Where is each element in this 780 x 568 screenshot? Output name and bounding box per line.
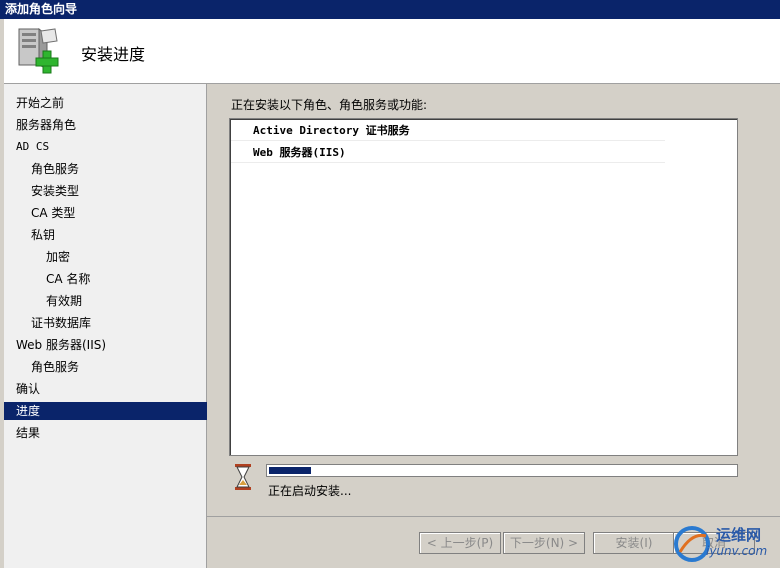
previous-button[interactable]: < 上一步(P) xyxy=(419,532,501,554)
main-content: 正在安装以下角色、角色服务或功能: Active Directory 证书服务 … xyxy=(207,84,780,516)
step-results: 结果 xyxy=(16,426,41,440)
step-role-services: 角色服务 xyxy=(31,162,80,176)
list-item: Active Directory 证书服务 xyxy=(231,120,665,141)
step-before-you-begin: 开始之前 xyxy=(16,96,65,110)
install-items-list[interactable]: Active Directory 证书服务 Web 服务器(IIS) xyxy=(229,118,738,456)
step-server-roles: 服务器角色 xyxy=(16,118,77,132)
step-web-server: Web 服务器(IIS) xyxy=(16,338,107,352)
step-ca-type: CA 类型 xyxy=(31,206,76,220)
progress-fill xyxy=(269,467,311,474)
next-button[interactable]: 下一步(N) > xyxy=(503,532,585,554)
step-confirmation: 确认 xyxy=(16,382,41,396)
progress-status: 正在启动安装... xyxy=(268,484,352,498)
wizard-header: 安装进度 xyxy=(4,19,780,84)
step-private-key: 私钥 xyxy=(31,228,56,242)
hourglass-icon xyxy=(233,463,253,491)
window-title: 添加角色向导 xyxy=(0,0,780,19)
installing-label: 正在安装以下角色、角色服务或功能: xyxy=(231,98,428,112)
step-setup-type: 安装类型 xyxy=(31,184,80,198)
wizard-steps-panel: 开始之前 服务器角色 AD CS 角色服务 安装类型 CA 类型 私钥 加密 C… xyxy=(4,84,217,568)
watermark-text: 运维网 xyxy=(716,526,762,544)
install-progress-bar xyxy=(266,464,738,477)
watermark-url: iyunv.com xyxy=(706,544,768,558)
page-title: 安装进度 xyxy=(81,45,146,64)
step-web-role-services: 角色服务 xyxy=(31,360,80,374)
step-ad-cs: AD CS xyxy=(16,140,50,153)
watermark: 运维网 iyunv.com xyxy=(672,520,778,568)
list-item: Web 服务器(IIS) xyxy=(231,142,665,163)
step-progress: 进度 xyxy=(4,402,217,420)
step-certificate-database: 证书数据库 xyxy=(31,316,92,330)
server-add-icon xyxy=(13,25,65,75)
install-button[interactable]: 安装(I) xyxy=(593,532,675,554)
